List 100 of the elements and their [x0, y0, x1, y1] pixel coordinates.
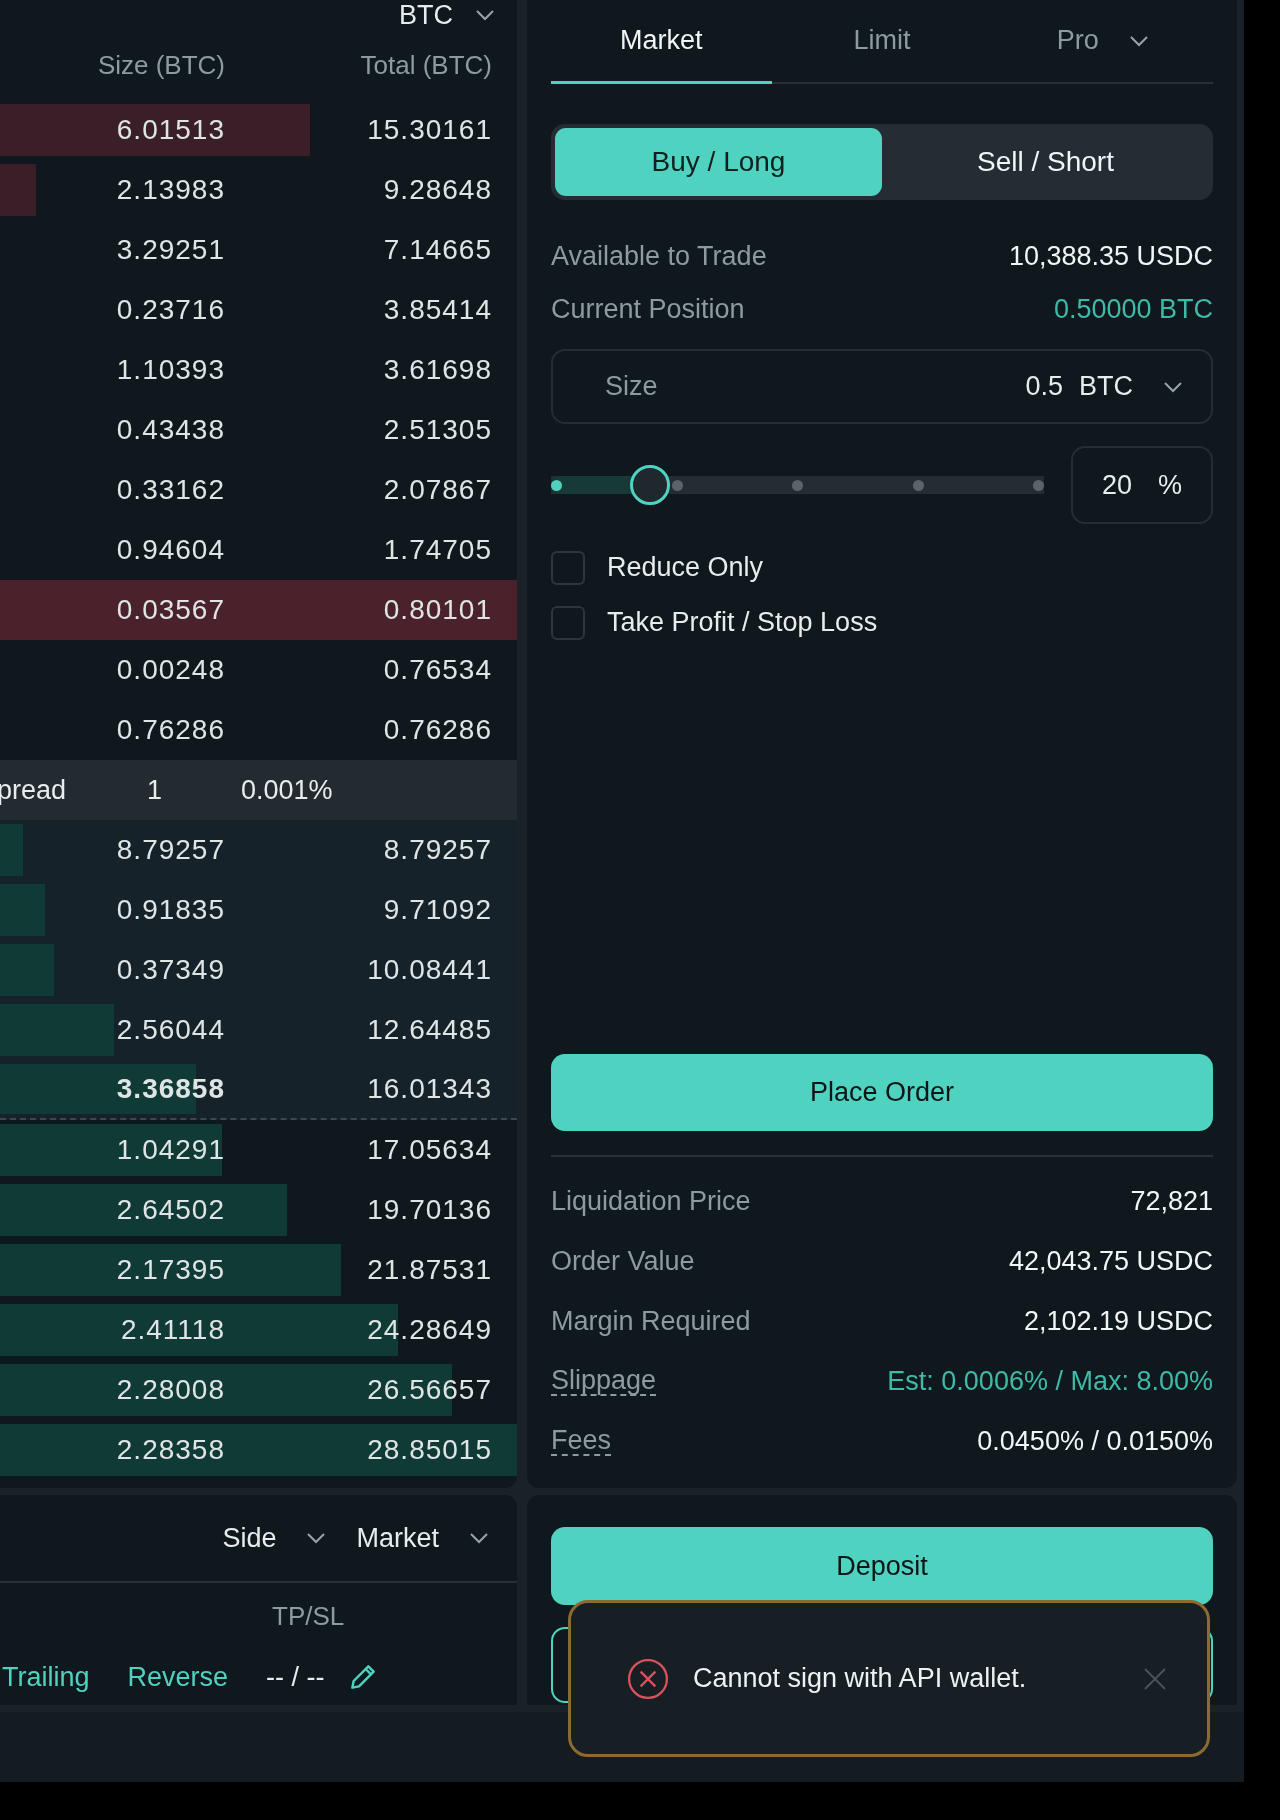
size-cell-text: 2.56044	[115, 1014, 225, 1046]
deposit-button[interactable]: Deposit	[551, 1527, 1213, 1605]
action-link[interactable]: Reverse	[127, 1661, 229, 1693]
size-cell-text: 0.37349	[115, 954, 225, 986]
order-book-row[interactable]: 3.36858 16.01343	[0, 1060, 517, 1120]
size-cell-text: 2.28008	[115, 1374, 225, 1406]
column-header: Total (BTC)	[359, 49, 492, 81]
order-book-row[interactable]: 0.37349 10.08441	[0, 940, 517, 1000]
info-value: 72,821	[1130, 1185, 1213, 1217]
order-book-row[interactable]: 0.33162 2.07867	[0, 460, 517, 520]
order-book-row[interactable]: 0.91835 9.71092	[0, 880, 517, 940]
filter-dropdown[interactable]: Side	[222, 1522, 327, 1554]
side-button[interactable]: Buy / Long	[555, 128, 882, 196]
unit-label: %	[1158, 469, 1183, 501]
total-cell-text: 7.14665	[382, 234, 492, 266]
checkbox-label: Reduce Only	[607, 552, 764, 583]
unit-select[interactable]: BTC	[1079, 371, 1183, 402]
total-cell-text: 9.28648	[382, 174, 492, 206]
order-book-row[interactable]: 0.00248 0.76534	[0, 640, 517, 700]
order-book-row[interactable]: 6.01513 15.30161	[0, 100, 517, 160]
info-value: 10,388.35 USDC	[1008, 241, 1213, 272]
info-label[interactable]: Slippage	[551, 1365, 657, 1397]
slider-tick	[1033, 480, 1044, 491]
order-book-row[interactable]: 2.41118 24.28649	[0, 1300, 517, 1360]
order-book-row[interactable]: 0.94604 1.74705	[0, 520, 517, 580]
toast-message: Cannot sign with API wallet.	[693, 1663, 1028, 1694]
size-cell-text: 0.91835	[115, 894, 225, 926]
total-cell-text: 17.05634	[366, 1134, 492, 1166]
info-label[interactable]: Fees	[551, 1425, 612, 1457]
order-book-row[interactable]: 2.28358 28.85015	[0, 1420, 517, 1480]
size-cell-text: 0.00248	[115, 654, 225, 686]
total-cell-text: 21.87531	[366, 1254, 492, 1286]
info-label: Current Position	[551, 294, 745, 325]
size-cell-text: 0.03567	[115, 594, 225, 626]
total-cell-text: 24.28649	[366, 1314, 492, 1346]
order-book-row[interactable]: 1.10393 3.61698	[0, 340, 517, 400]
size-cell-text: 2.41118	[119, 1314, 225, 1346]
order-book-row[interactable]: 2.28008 26.56657	[0, 1360, 517, 1420]
info-value: Est: 0.0006% / Max: 8.00%	[887, 1365, 1213, 1397]
order-book-row[interactable]: 0.43438 2.51305	[0, 400, 517, 460]
size-cell-text: 8.79257	[115, 834, 225, 866]
filter-dropdown[interactable]: Market	[356, 1522, 489, 1554]
slider-thumb[interactable]	[629, 465, 670, 505]
order-book-row[interactable]: 2.17395 21.87531	[0, 1240, 517, 1300]
slider-tick	[792, 480, 803, 491]
chevron-down-icon	[1163, 380, 1183, 393]
size-cell-text: 2.17395	[115, 1254, 225, 1286]
spread-percent: 0.001%	[241, 774, 333, 806]
order-book-row[interactable]: 2.13983 9.28648	[0, 160, 517, 220]
total-cell-text: 12.64485	[366, 1014, 492, 1046]
size-cell-text: 6.01513	[115, 114, 225, 146]
order-book-row[interactable]: 8.79257 8.79257	[0, 820, 517, 880]
order-book-row[interactable]: 0.23716 3.85414	[0, 280, 517, 340]
info-label: Order Value	[551, 1245, 695, 1277]
size-cell-text: 0.33162	[115, 474, 225, 506]
order-book-row[interactable]: 3.29251 7.14665	[0, 220, 517, 280]
size-field[interactable]: Size 0.5 BTC	[551, 349, 1213, 424]
order-type-tab[interactable]: Market	[551, 0, 772, 84]
total-cell-text: 3.61698	[382, 354, 492, 386]
chevron-down-icon	[306, 1532, 327, 1544]
checkbox[interactable]	[551, 605, 585, 640]
order-book-row[interactable]: 0.03567 0.80101	[0, 580, 517, 640]
field-value: 20	[1101, 469, 1132, 501]
total-cell-text: 0.80101	[382, 594, 492, 626]
info-label: Available to Trade	[551, 241, 767, 272]
action-link[interactable]: Trailing	[2, 1661, 90, 1693]
size-cell-text: 0.43438	[115, 414, 225, 446]
total-cell-text: 3.85414	[382, 294, 492, 326]
checkbox-label: Take Profit / Stop Loss	[607, 607, 878, 638]
total-cell-text: 16.01343	[366, 1073, 492, 1105]
total-cell-text: 2.07867	[382, 474, 492, 506]
field-label: Size	[605, 371, 659, 402]
size-cell-text: 2.64502	[115, 1194, 225, 1226]
percent-field[interactable]: 20 %	[1071, 446, 1213, 524]
info-value: 42,043.75 USDC	[1008, 1245, 1213, 1277]
info-value: 0.0450% / 0.0150%	[977, 1425, 1213, 1457]
error-icon	[627, 1657, 669, 1700]
total-cell-text: 8.79257	[382, 834, 492, 866]
size-cell-text: 2.13983	[115, 174, 225, 206]
chevron-down-icon	[1128, 34, 1149, 47]
size-cell-text: 0.23716	[115, 294, 225, 326]
unit-select[interactable]: BTC	[399, 0, 495, 30]
order-book-row[interactable]: 2.64502 19.70136	[0, 1180, 517, 1240]
checkbox[interactable]	[551, 550, 585, 585]
info-label: Liquidation Price	[551, 1185, 751, 1217]
order-book-row[interactable]: 0.76286 0.76286	[0, 700, 517, 760]
order-book-row[interactable]: 1.04291 17.05634	[0, 1120, 517, 1180]
field-value: 0.5	[1025, 371, 1063, 402]
spread-value: 1	[147, 774, 164, 806]
size-cell-text: 0.76286	[115, 714, 225, 746]
place-order-button[interactable]: Place Order	[551, 1054, 1213, 1131]
slider-tick	[671, 480, 683, 491]
size-cell-text: 3.36858	[115, 1073, 225, 1105]
side-button[interactable]: Sell / Short	[882, 128, 1209, 196]
order-type-tab[interactable]: Limit	[771, 0, 993, 84]
order-book-row[interactable]: 2.56044 12.64485	[0, 1000, 517, 1060]
info-value: 2,102.19 USDC	[1023, 1305, 1213, 1337]
chevron-down-icon	[469, 1532, 489, 1544]
order-type-tab[interactable]: Pro	[992, 0, 1213, 84]
total-cell-text: 9.71092	[382, 894, 492, 926]
